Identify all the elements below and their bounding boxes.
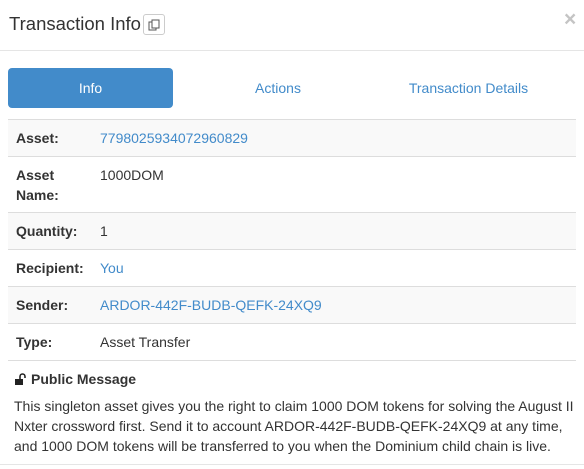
public-message-line1: This singleton asset gives you the right… [14, 398, 574, 414]
table-row-type: Type: Asset Transfer [8, 324, 576, 361]
asset-name-key-line1: Asset [16, 167, 55, 183]
unlock-icon [15, 372, 26, 385]
type-value: Asset Transfer [100, 334, 191, 350]
table-row-sender: Sender: ARDOR-442F-BUDB-QEFK-24XQ9 [8, 287, 576, 324]
close-button[interactable]: × [564, 9, 576, 30]
copy-button[interactable] [143, 14, 165, 35]
asset-key: Asset: [16, 130, 59, 146]
public-message-line3: and 1000 DOM tokens will be transferred … [14, 438, 551, 454]
quantity-value: 1 [100, 223, 108, 239]
table-row-recipient: Recipient: You [8, 250, 576, 287]
recipient-link[interactable]: You [92, 250, 576, 286]
table-row-asset: Asset: 7798025934072960829 [8, 120, 576, 157]
tab-actions[interactable]: Actions [198, 68, 358, 108]
copy-icon [148, 19, 160, 30]
divider [0, 464, 584, 465]
sender-key: Sender: [16, 297, 69, 313]
asset-name-value: 1000DOM [100, 167, 164, 183]
quantity-key: Quantity: [16, 223, 78, 239]
asset-id-link[interactable]: 7798025934072960829 [92, 120, 576, 156]
transaction-table: Asset: 7798025934072960829 Asset Name: 1… [8, 119, 576, 361]
public-message-line2: Nxter crossword first. Send it to accoun… [14, 418, 563, 434]
asset-name-key-line2: Name: [16, 187, 59, 203]
type-key: Type: [16, 334, 53, 350]
recipient-key: Recipient: [16, 260, 84, 276]
table-row-asset-name: Asset Name: 1000DOM [8, 157, 576, 213]
asset-name-key: Asset Name: [8, 157, 92, 212]
sender-link[interactable]: ARDOR-442F-BUDB-QEFK-24XQ9 [92, 287, 576, 323]
public-message-body: This singleton asset gives you the right… [14, 396, 574, 456]
tab-bar: Info Actions Transaction Details [8, 68, 576, 108]
tab-info[interactable]: Info [8, 68, 173, 108]
public-message-heading: Public Message [14, 371, 136, 387]
modal-header: Transaction Info × [0, 0, 584, 51]
public-message-title: Public Message [31, 371, 137, 387]
table-row-quantity: Quantity: 1 [8, 213, 576, 250]
modal-title: Transaction Info [9, 13, 141, 34]
tab-transaction-details[interactable]: Transaction Details [386, 68, 551, 108]
